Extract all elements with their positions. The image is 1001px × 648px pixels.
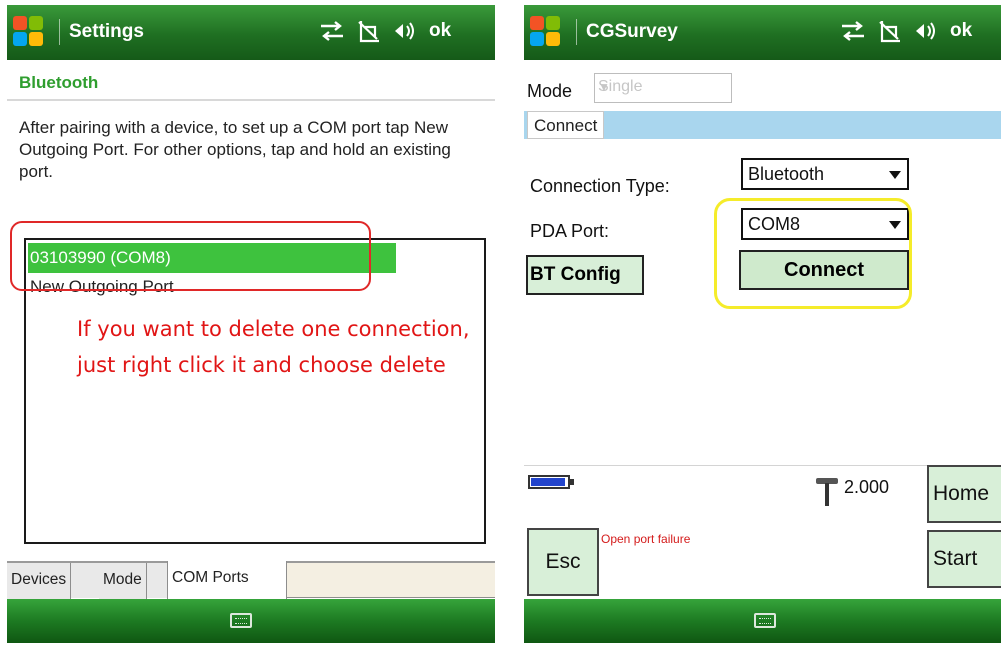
connection-type-select[interactable]: Bluetooth	[741, 158, 909, 190]
start-button[interactable]: Start	[927, 530, 1001, 588]
status-icons: ok	[319, 19, 451, 43]
windows-logo-icon[interactable]	[13, 16, 45, 48]
tab-com-ports[interactable]: COM Ports	[167, 561, 287, 600]
bluetooth-header: Bluetooth	[7, 65, 495, 101]
tab-devices[interactable]: Devices	[7, 563, 72, 600]
mode-select[interactable]: Single ▼	[594, 73, 732, 103]
esc-button[interactable]: Esc	[527, 528, 599, 596]
windows-logo-icon[interactable]	[530, 16, 562, 48]
volume-icon[interactable]	[393, 20, 417, 42]
ok-button[interactable]: ok	[950, 20, 972, 42]
mode-label: Mode	[527, 81, 573, 101]
window-title: CGSurvey	[586, 21, 678, 42]
connection-type-label: Connection Type:	[530, 176, 670, 196]
connect-tab-row: Connect	[524, 111, 1001, 139]
tab-bar: Devices Mode COM Ports	[7, 561, 495, 600]
window-title: Settings	[69, 21, 144, 42]
tab-mode[interactable]: Mode	[99, 563, 147, 600]
bt-config-button[interactable]: BT Config	[526, 255, 644, 295]
keyboard-icon[interactable]	[754, 613, 776, 628]
title-bar: Settings ok	[7, 5, 495, 60]
keyboard-icon[interactable]	[230, 613, 252, 628]
red-highlight-box	[10, 221, 371, 291]
ok-button[interactable]: ok	[429, 20, 451, 42]
signal-off-icon[interactable]	[357, 19, 381, 43]
settings-screen: Settings ok Bluetooth After pairing with…	[7, 5, 495, 643]
tab-connect[interactable]: Connect	[527, 111, 605, 139]
pda-port-label: PDA Port:	[530, 221, 610, 241]
connectivity-icon[interactable]	[840, 20, 866, 42]
connectivity-icon[interactable]	[319, 20, 345, 42]
volume-icon[interactable]	[914, 20, 938, 42]
antenna-pole-icon	[816, 478, 838, 506]
battery-icon	[528, 475, 574, 489]
chevron-down-icon: ▼	[598, 80, 610, 94]
bluetooth-title: Bluetooth	[19, 73, 99, 92]
instructions-text: After pairing with a device, to set up a…	[19, 118, 451, 181]
home-button[interactable]: Home	[927, 465, 1001, 523]
title-separator	[59, 19, 60, 45]
tab-bar-filler	[287, 563, 495, 598]
bottom-bar	[524, 599, 1001, 643]
title-bar: CGSurvey ok	[524, 5, 1001, 60]
cgsurvey-screen: CGSurvey ok Mode Single ▼ Connect Connec…	[524, 5, 1001, 643]
bottom-bar	[7, 599, 495, 643]
height-value: 2.000	[844, 477, 890, 497]
connection-type-value: Bluetooth	[748, 164, 825, 184]
title-separator	[576, 19, 577, 45]
dropdown-arrow-icon	[889, 171, 901, 179]
signal-off-icon[interactable]	[878, 19, 902, 43]
yellow-highlight-box	[714, 198, 912, 309]
annotation-text: If you want to delete one connection, ju…	[77, 317, 470, 377]
status-icons: ok	[840, 19, 972, 43]
status-message: Open port failure	[601, 532, 691, 546]
